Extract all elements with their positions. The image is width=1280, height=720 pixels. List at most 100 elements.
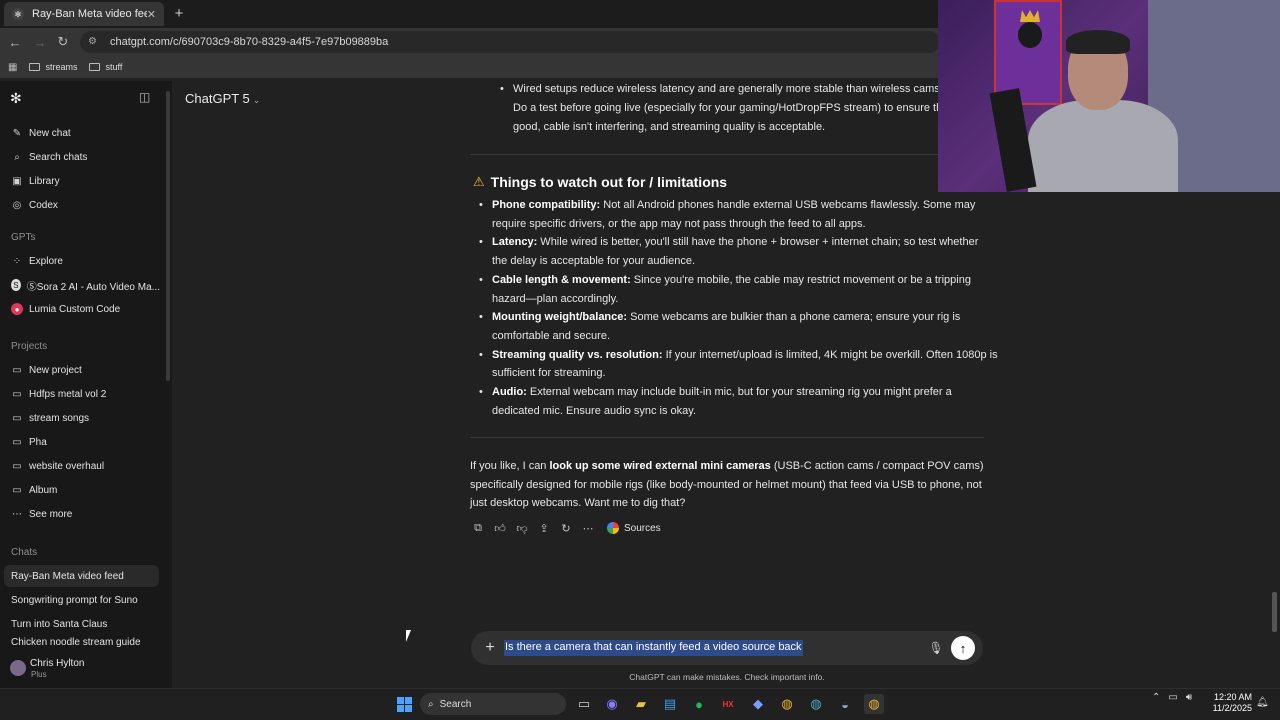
folder-plus-icon: ▭ — [12, 364, 22, 376]
codex-icon: ◎ — [12, 199, 22, 211]
chatgpt-logo-icon[interactable]: ✻ — [10, 90, 22, 107]
projects-section-label: Projects — [11, 341, 48, 352]
file-explorer-icon[interactable]: ▰ — [631, 694, 651, 714]
sidebar-item-codex[interactable]: ◎ Codex — [0, 194, 160, 216]
search-icon: ⌕ — [428, 698, 434, 710]
search-icon: ⌕ — [14, 151, 20, 163]
volume-icon[interactable]: 🔊︎ — [1186, 692, 1192, 703]
taskbar-search[interactable]: ⌕ Search — [420, 693, 566, 715]
thumbs-up-icon[interactable]: 👍︎ — [493, 521, 507, 535]
back-button[interactable]: ← — [6, 33, 24, 51]
sidebar-item-search-chats[interactable]: ⌕ Search chats — [0, 146, 160, 168]
chrome-icon[interactable]: ◍ — [777, 694, 797, 714]
sidebar-item-sora[interactable]: S ⓈSora 2 AI - Auto Video Ma... — [0, 274, 160, 296]
limitation-text: While wired is better, you'll still have… — [537, 236, 979, 249]
toggle-sidebar-icon[interactable]: ◫ — [139, 90, 150, 104]
limitation-title: Mounting weight/balance: — [492, 311, 628, 324]
grid-icon: ⁘ — [12, 255, 22, 267]
sidebar-item-new-chat[interactable]: ✎ New chat — [0, 122, 160, 144]
add-attachment-button[interactable]: + — [482, 639, 498, 656]
bookmark-folder-stuff[interactable]: stuff — [89, 62, 122, 72]
section-heading: ⚠ Things to watch out for / limitations — [473, 174, 728, 190]
copilot-icon[interactable]: ◉ — [602, 694, 622, 714]
limitation-title: Cable length & movement: — [492, 273, 631, 286]
copy-icon[interactable]: ⧉ — [471, 521, 485, 535]
url-text: chatgpt.com/c/690703c9-8b70-8329-a4f5-7e… — [110, 36, 389, 48]
app-icon[interactable]: ◆ — [748, 694, 768, 714]
sidebar-item-project[interactable]: ▭ stream songs — [0, 407, 160, 429]
chat-item[interactable]: Songwriting prompt for Suno — [0, 589, 160, 611]
limitation-item: Cable length & movement: Since you're mo… — [479, 271, 971, 290]
sidebar-item-project[interactable]: ▭ website overhaul — [0, 455, 160, 477]
address-bar[interactable]: ⚙ chatgpt.com/c/690703c9-8b70-8329-a4f5-… — [80, 31, 940, 53]
regenerate-icon[interactable]: ↻ — [559, 521, 573, 535]
pencil-icon: ✎ — [12, 127, 22, 139]
sidebar-item-project[interactable]: ▭ Hdfps metal vol 2 — [0, 383, 160, 405]
chat-item[interactable]: Chicken noodle stream guide — [0, 637, 160, 651]
main-scrollbar[interactable] — [1272, 592, 1277, 632]
bullet-continuation: good, cable isn't interfering, and strea… — [513, 121, 826, 133]
send-button[interactable]: ↑ — [951, 636, 975, 660]
system-tray: ⌃ ▭ 🔊︎ — [1152, 692, 1192, 703]
site-settings-icon[interactable]: ⚙ — [88, 36, 100, 48]
sidebar-item-new-project[interactable]: ▭ New project — [0, 359, 160, 381]
thumbs-down-icon[interactable]: 👎︎ — [515, 521, 529, 535]
chevron-up-icon[interactable]: ⌃ — [1152, 692, 1160, 703]
sources-button[interactable]: Sources — [607, 522, 661, 534]
windows-start-icon[interactable] — [394, 694, 414, 714]
limitation-title: Latency: — [492, 236, 538, 249]
crown-icon — [1020, 10, 1040, 22]
sora-icon: S — [11, 279, 21, 291]
browser-icon[interactable]: ◍ — [806, 694, 826, 714]
forward-button[interactable]: → — [31, 33, 49, 51]
lumia-icon: ● — [11, 303, 23, 315]
notepad-icon[interactable]: ▤ — [660, 694, 680, 714]
steam-icon[interactable]: ◒ — [835, 694, 855, 714]
limitation-text: Some webcams are bulkier than a phone ca… — [627, 311, 961, 324]
chatgpt-favicon-icon: ✻ — [12, 8, 24, 20]
close-tab-icon[interactable]: ✕ — [147, 8, 156, 21]
more-icon[interactable]: ⋯ — [581, 521, 595, 535]
sidebar-item-project[interactable]: ▭ Pha — [0, 431, 160, 453]
share-icon[interactable]: ⇪ — [537, 521, 551, 535]
microphone-icon[interactable]: 🎙︎ — [928, 640, 944, 656]
limitation-text: If your internet/upload is limited, 4K m… — [662, 348, 998, 361]
user-menu[interactable] — [0, 655, 172, 688]
user-name: Chris Hylton — [30, 658, 85, 669]
reload-button[interactable]: ↻ — [54, 33, 72, 51]
bold-phrase: look up some wired external mini cameras — [549, 460, 771, 472]
clock[interactable]: 12:20 AM 11/2/2025 — [1210, 692, 1252, 714]
divider — [470, 154, 984, 155]
apps-grid-icon[interactable]: ▦ — [8, 62, 17, 73]
chat-item-active[interactable]: Ray-Ban Meta video feed — [4, 565, 159, 587]
new-tab-button[interactable]: + — [170, 4, 188, 22]
hud-icon[interactable]: HX — [718, 694, 738, 714]
sidebar-scrollbar[interactable] — [166, 91, 170, 381]
notification-icon[interactable]: 🔔︎ — [1256, 697, 1269, 709]
bookmark-folder-streams[interactable]: streams — [29, 62, 77, 72]
task-view-icon[interactable]: ▭ — [574, 694, 594, 714]
webcam-overlay — [938, 0, 1280, 192]
sidebar-item-explore[interactable]: ⁘ Explore — [0, 250, 160, 272]
bullet-item: Do a test before going live (especially … — [513, 99, 938, 118]
limitation-text-line2: sufficient for streaming. — [492, 367, 606, 380]
google-icon — [607, 522, 619, 534]
spotify-icon[interactable]: ● — [689, 694, 709, 714]
sidebar-item-project[interactable]: ▭ Album — [0, 479, 160, 501]
gpts-section-label: GPTs — [11, 232, 36, 243]
browser-tab[interactable]: ✻ Ray-Ban Meta video feed ✕ — [4, 2, 164, 26]
limitation-text: Since you're mobile, the cable may restr… — [630, 273, 971, 286]
chat-item[interactable]: Turn into Santa Claus — [0, 613, 160, 635]
message-actions: ⧉ 👍︎ 👎︎ ⇪ ↻ ⋯ Sources — [471, 521, 661, 535]
mouse-cursor — [406, 630, 416, 642]
sidebar-item-lumia[interactable]: ● Lumia Custom Code — [0, 298, 160, 320]
model-selector[interactable]: ChatGPT 5 ⌄ — [185, 91, 260, 106]
avatar[interactable] — [10, 660, 26, 676]
chrome-active-icon[interactable]: ◍ — [864, 694, 884, 714]
sidebar-item-see-more[interactable]: ⋯ See more — [0, 503, 160, 525]
closing-paragraph: If you like, I can look up some wired ex… — [470, 460, 984, 510]
disclaimer: ChatGPT can make mistakes. Check importa… — [629, 672, 825, 682]
network-icon[interactable]: ▭ — [1168, 692, 1177, 703]
prompt-input[interactable]: Is there a camera that can instantly fee… — [504, 640, 803, 656]
sidebar-item-library[interactable]: ▣ Library — [0, 170, 160, 192]
